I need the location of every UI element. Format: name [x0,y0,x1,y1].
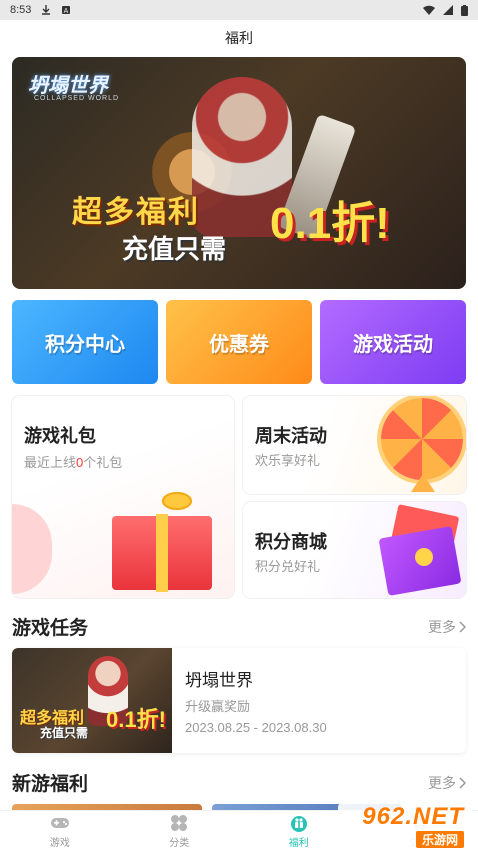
coin-icon [162,492,192,510]
tab-categories-label: 分类 [169,838,190,849]
new-games-more-label: 更多 [428,774,456,791]
task-game-name: 坍塌世界 [185,671,253,690]
promo-banner[interactable]: 坍塌世界 COLLAPSED WORLD 超多福利 充值只需 0.1折! [12,57,466,289]
new-games-section-header: 新游福利 更多 [12,769,466,796]
quick-actions: 积分中心 优惠券 游戏活动 [12,300,466,384]
watermark-domain: 962.NET [362,802,464,830]
signal-icon [443,5,453,15]
tasks-more-label: 更多 [428,618,456,635]
tasks-section-title: 游戏任务 [12,618,89,639]
site-watermark: 962.NET 乐游网 [338,802,472,848]
gift-card-subtitle: 最近上线0个礼包 [24,452,122,471]
gift-icon [289,813,309,833]
chevron-right-icon [459,776,466,789]
thumb-subline: 充值只需 [40,726,89,740]
task-item[interactable]: 超多福利 充值只需 0.1折! 坍塌世界 升级赢奖励 2023.08.25 - … [12,648,466,753]
mall-card-title: 积分商城 [255,532,327,552]
weekend-events-card[interactable]: 周末活动 欢乐享好礼 [243,396,466,494]
status-bar: 8:53 A [0,0,478,20]
banner-discount: 0.1折! [270,199,390,248]
gamepad-icon [50,813,70,833]
status-time: 8:53 [10,4,32,16]
points-center-button[interactable]: 积分中心 [12,300,158,384]
game-gift-card[interactable]: 游戏礼包 最近上线0个礼包 [12,396,234,598]
watermark-site-name: 乐游网 [415,830,464,848]
new-games-more-link[interactable]: 更多 [428,773,466,793]
task-description: 升级赢奖励 [185,699,251,714]
points-mall-card[interactable]: 积分商城 积分兑好礼 [243,502,466,598]
tasks-more-link[interactable]: 更多 [428,617,466,637]
tab-games[interactable]: 游戏 [0,811,120,851]
new-games-section-title: 新游福利 [12,774,89,795]
svg-text:A: A [64,8,69,15]
decor-blob [12,504,52,594]
tab-categories[interactable]: 分类 [120,811,240,851]
gift-sub-prefix: 最近上线 [24,455,77,470]
game-events-button[interactable]: 游戏活动 [320,300,466,384]
battery-icon [461,4,468,16]
page-title: 福利 [225,30,253,46]
task-date-range: 2023.08.25 - 2023.08.30 [185,720,327,735]
banner-headline: 超多福利 [72,196,200,229]
gift-sub-suffix: 个礼包 [83,455,123,470]
tab-games-label: 游戏 [49,838,70,849]
weekend-card-title: 周末活动 [255,426,327,446]
gift-card-title: 游戏礼包 [24,426,96,446]
weekend-card-subtitle: 欢乐享好礼 [255,453,321,468]
tab-welfare-label: 福利 [288,838,309,849]
app-notification-icon: A [62,6,71,15]
chevron-right-icon [459,620,466,633]
task-thumbnail: 超多福利 充值只需 0.1折! [12,648,172,753]
mall-card-subtitle: 积分兑好礼 [255,559,321,574]
download-icon [42,5,51,15]
prize-wheel-icon [381,398,463,480]
coupons-button[interactable]: 优惠券 [166,300,312,384]
banner-game-logo-sub: COLLAPSED WORLD [34,95,120,102]
tasks-section-header: 游戏任务 更多 [12,613,466,640]
banner-game-logo: 坍塌世界 [28,75,108,97]
wifi-icon [423,5,435,15]
banner-subline: 充值只需 [122,234,227,264]
coin-icon [415,548,433,566]
gift-ribbon-icon [156,514,168,592]
thumb-discount: 0.1折! [106,707,166,732]
grid-icon [169,813,189,833]
